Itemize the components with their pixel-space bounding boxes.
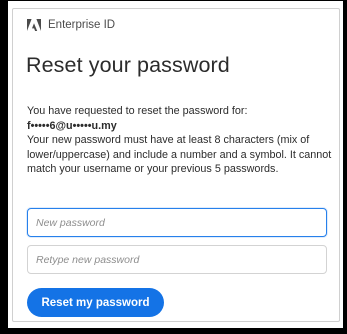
brand-header: Enterprise ID [27, 19, 115, 31]
adobe-logo-icon [27, 19, 41, 31]
reset-message: You have requested to reset the password… [27, 104, 335, 177]
masked-email: f•••••6@u•••••u.my [27, 119, 117, 132]
brand-name: Enterprise ID [48, 19, 116, 31]
reset-password-card: Enterprise ID Reset your password You ha… [12, 8, 340, 322]
reset-password-button[interactable]: Reset my password [27, 288, 164, 317]
reset-intro-text: You have requested to reset the password… [27, 105, 248, 117]
page-title: Reset your password [26, 53, 230, 77]
new-password-input[interactable] [27, 208, 327, 237]
password-rules-text: Your new password must have at least 8 c… [27, 134, 332, 176]
retype-password-input[interactable] [27, 245, 327, 274]
